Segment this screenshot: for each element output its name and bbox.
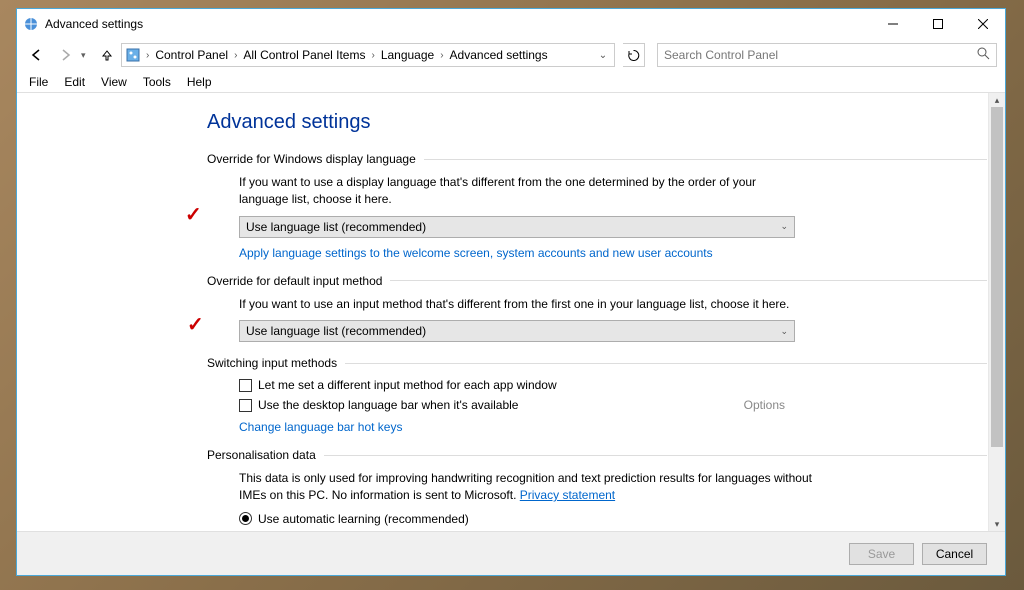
chevron-right-icon: › <box>369 50 376 61</box>
radio-label: Use automatic learning (recommended) <box>258 512 469 526</box>
breadcrumb-item[interactable]: Control Panel <box>151 44 232 66</box>
apply-language-link[interactable]: Apply language settings to the welcome s… <box>239 246 713 260</box>
search-input[interactable] <box>664 48 977 62</box>
breadcrumb-item[interactable]: Language <box>377 44 438 66</box>
menu-file[interactable]: File <box>21 73 56 91</box>
checkbox-label: Let me set a different input method for … <box>258 378 557 392</box>
desktop-langbar-checkbox[interactable] <box>239 399 252 412</box>
maximize-button[interactable] <box>915 9 960 39</box>
control-panel-icon <box>124 47 142 63</box>
chevron-right-icon: › <box>438 50 445 61</box>
display-language-dropdown[interactable]: Use language list (recommended) ⌄ <box>239 216 795 238</box>
section-header: Personalisation data <box>207 448 987 462</box>
section-header: Switching input methods <box>207 356 987 370</box>
section-header: Override for Windows display language <box>207 152 987 166</box>
app-icon <box>23 16 39 32</box>
privacy-link[interactable]: Privacy statement <box>520 488 615 502</box>
menu-tools[interactable]: Tools <box>135 73 179 91</box>
window-frame: Advanced settings ▾ › Control Panel › Al… <box>16 8 1006 576</box>
input-method-dropdown[interactable]: Use language list (recommended) ⌄ <box>239 320 795 342</box>
section-description: If you want to use an input method that'… <box>239 296 799 313</box>
chevron-right-icon: › <box>144 50 151 61</box>
cancel-button[interactable]: Cancel <box>922 543 987 565</box>
section-description: This data is only used for improving han… <box>239 470 819 504</box>
search-icon[interactable] <box>977 47 990 63</box>
scroll-pane[interactable]: Advanced settings Override for Windows d… <box>17 93 988 531</box>
scrollbar[interactable]: ▴ ▾ <box>988 93 1005 531</box>
titlebar: Advanced settings <box>17 9 1005 39</box>
footer: Save Cancel <box>17 531 1005 575</box>
per-app-input-checkbox[interactable] <box>239 379 252 392</box>
chevron-down-icon: ⌄ <box>780 221 788 232</box>
hotkeys-link[interactable]: Change language bar hot keys <box>239 420 402 434</box>
menubar: File Edit View Tools Help <box>17 71 1005 93</box>
scroll-up-icon[interactable]: ▴ <box>989 93 1005 107</box>
scroll-down-icon[interactable]: ▾ <box>989 517 1005 531</box>
window-title: Advanced settings <box>45 17 870 31</box>
breadcrumb-dropdown[interactable]: ⌄ <box>594 50 612 61</box>
nav-row: ▾ › Control Panel › All Control Panel It… <box>17 39 1005 71</box>
page-title: Advanced settings <box>207 111 987 134</box>
nav-back-button[interactable] <box>25 43 49 67</box>
chevron-down-icon: ⌄ <box>780 326 788 337</box>
annotation-checkmark-icon: ✓ <box>187 312 204 337</box>
minimize-button[interactable] <box>870 9 915 39</box>
breadcrumb-item[interactable]: All Control Panel Items <box>239 44 369 66</box>
scrollbar-thumb[interactable] <box>991 107 1003 447</box>
auto-learning-radio[interactable] <box>239 512 252 525</box>
nav-forward-button[interactable] <box>53 43 77 67</box>
options-link[interactable]: Options <box>744 398 785 412</box>
nav-up-button[interactable] <box>97 43 117 67</box>
section-header: Override for default input method <box>207 274 987 288</box>
refresh-button[interactable] <box>623 43 645 67</box>
annotation-checkmark-icon: ✓ <box>185 202 202 227</box>
content-area: Advanced settings Override for Windows d… <box>17 93 1005 531</box>
close-button[interactable] <box>960 9 1005 39</box>
checkbox-label: Use the desktop language bar when it's a… <box>258 398 518 412</box>
breadcrumb-bar[interactable]: › Control Panel › All Control Panel Item… <box>121 43 615 67</box>
search-bar[interactable] <box>657 43 997 67</box>
save-button[interactable]: Save <box>849 543 914 565</box>
menu-help[interactable]: Help <box>179 73 220 91</box>
breadcrumb-item[interactable]: Advanced settings <box>446 44 552 66</box>
section-description: If you want to use a display language th… <box>239 174 799 208</box>
chevron-right-icon: › <box>232 50 239 61</box>
menu-edit[interactable]: Edit <box>56 73 93 91</box>
nav-history-dropdown[interactable]: ▾ <box>81 50 93 61</box>
menu-view[interactable]: View <box>93 73 135 91</box>
